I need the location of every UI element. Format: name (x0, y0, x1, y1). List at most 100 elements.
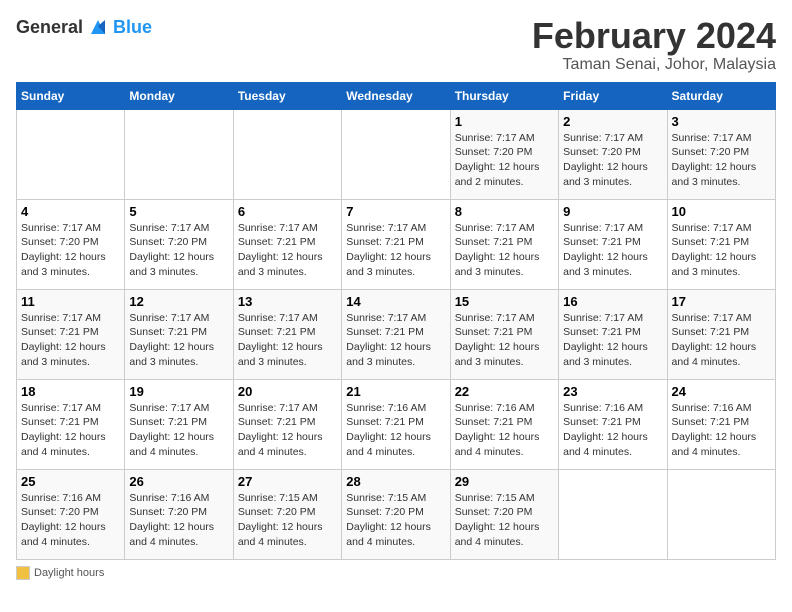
day-number: 4 (21, 204, 120, 219)
calendar-cell: 26 Sunrise: 7:16 AMSunset: 7:20 PMDayligh… (125, 469, 233, 559)
day-number: 9 (563, 204, 662, 219)
day-info: Sunrise: 7:17 AMSunset: 7:20 PMDaylight:… (21, 221, 120, 280)
calendar-cell: 11 Sunrise: 7:17 AMSunset: 7:21 PMDayligh… (17, 289, 125, 379)
calendar-cell: 9 Sunrise: 7:17 AMSunset: 7:21 PMDaylight… (559, 199, 667, 289)
calendar-cell: 24 Sunrise: 7:16 AMSunset: 7:21 PMDayligh… (667, 379, 775, 469)
calendar-cell (559, 469, 667, 559)
calendar-cell: 19 Sunrise: 7:17 AMSunset: 7:21 PMDayligh… (125, 379, 233, 469)
calendar-week-row: 4 Sunrise: 7:17 AMSunset: 7:20 PMDaylight… (17, 199, 776, 289)
day-info: Sunrise: 7:17 AMSunset: 7:21 PMDaylight:… (455, 311, 554, 370)
calendar-week-row: 11 Sunrise: 7:17 AMSunset: 7:21 PMDayligh… (17, 289, 776, 379)
calendar-cell: 12Sunrise: 7:17 AMSunset: 7:21 PMDayligh… (125, 289, 233, 379)
day-number: 21 (346, 384, 445, 399)
calendar-cell: 25Sunrise: 7:16 AMSunset: 7:20 PMDayligh… (17, 469, 125, 559)
calendar-cell (233, 109, 341, 199)
day-number: 2 (563, 114, 662, 129)
calendar-cell: 1Sunrise: 7:17 AMSunset: 7:20 PMDaylight… (450, 109, 558, 199)
weekday-header-row: SundayMondayTuesdayWednesdayThursdayFrid… (17, 82, 776, 109)
day-number: 6 (238, 204, 337, 219)
calendar-table: SundayMondayTuesdayWednesdayThursdayFrid… (16, 82, 776, 560)
day-info: Sunrise: 7:17 AMSunset: 7:20 PMDaylight:… (129, 221, 228, 280)
day-info: Sunrise: 7:16 AMSunset: 7:20 PMDaylight:… (129, 491, 228, 550)
daylight-label: Daylight hours (34, 567, 104, 579)
logo: General Blue (16, 16, 152, 38)
day-number: 5 (129, 204, 228, 219)
calendar-cell: 18Sunrise: 7:17 AMSunset: 7:21 PMDayligh… (17, 379, 125, 469)
day-number: 19 (129, 384, 228, 399)
weekday-header-sunday: Sunday (17, 82, 125, 109)
calendar-cell: 22 Sunrise: 7:16 AMSunset: 7:21 PMDayligh… (450, 379, 558, 469)
day-number: 28 (346, 474, 445, 489)
weekday-header-wednesday: Wednesday (342, 82, 450, 109)
day-info: Sunrise: 7:17 AMSunset: 7:21 PMDaylight:… (129, 401, 228, 460)
day-info: Sunrise: 7:17 AMSunset: 7:21 PMDaylight:… (238, 401, 337, 460)
day-info: Sunrise: 7:15 AMSunset: 7:20 PMDaylight:… (238, 491, 337, 550)
calendar-cell: 29Sunrise: 7:15 AMSunset: 7:20 PMDayligh… (450, 469, 558, 559)
day-info: Sunrise: 7:17 AMSunset: 7:21 PMDaylight:… (563, 221, 662, 280)
day-number: 20 (238, 384, 337, 399)
day-info: Sunrise: 7:16 AMSunset: 7:21 PMDaylight:… (672, 401, 771, 460)
calendar-cell: 21 Sunrise: 7:16 AMSunset: 7:21 PMDayligh… (342, 379, 450, 469)
calendar-cell: 28 Sunrise: 7:15 AMSunset: 7:20 PMDayligh… (342, 469, 450, 559)
location-title: Taman Senai, Johor, Malaysia (532, 56, 776, 74)
weekday-header-saturday: Saturday (667, 82, 775, 109)
day-number: 16 (563, 294, 662, 309)
day-number: 15 (455, 294, 554, 309)
calendar-cell (667, 469, 775, 559)
calendar-cell: 3 Sunrise: 7:17 AMSunset: 7:20 PMDaylight… (667, 109, 775, 199)
calendar-cell (17, 109, 125, 199)
day-info: Sunrise: 7:17 AMSunset: 7:21 PMDaylight:… (21, 401, 120, 460)
day-info: Sunrise: 7:17 AMSunset: 7:21 PMDaylight:… (21, 311, 120, 370)
day-info: Sunrise: 7:17 AMSunset: 7:21 PMDaylight:… (672, 311, 771, 370)
calendar-cell: 15 Sunrise: 7:17 AMSunset: 7:21 PMDayligh… (450, 289, 558, 379)
day-info: Sunrise: 7:17 AMSunset: 7:21 PMDaylight:… (346, 311, 445, 370)
day-info: Sunrise: 7:17 AMSunset: 7:20 PMDaylight:… (672, 131, 771, 190)
day-info: Sunrise: 7:17 AMSunset: 7:20 PMDaylight:… (563, 131, 662, 190)
day-number: 29 (455, 474, 554, 489)
day-info: Sunrise: 7:16 AMSunset: 7:21 PMDaylight:… (346, 401, 445, 460)
title-area: February 2024 Taman Senai, Johor, Malays… (532, 16, 776, 74)
calendar-cell: 13Sunrise: 7:17 AMSunset: 7:21 PMDayligh… (233, 289, 341, 379)
day-info: Sunrise: 7:17 AMSunset: 7:21 PMDaylight:… (672, 221, 771, 280)
day-number: 12 (129, 294, 228, 309)
calendar-week-row: 1Sunrise: 7:17 AMSunset: 7:20 PMDaylight… (17, 109, 776, 199)
day-number: 24 (672, 384, 771, 399)
day-number: 11 (21, 294, 120, 309)
weekday-header-monday: Monday (125, 82, 233, 109)
day-number: 22 (455, 384, 554, 399)
day-info: Sunrise: 7:16 AMSunset: 7:21 PMDaylight:… (563, 401, 662, 460)
day-info: Sunrise: 7:17 AMSunset: 7:21 PMDaylight:… (238, 221, 337, 280)
day-number: 27 (238, 474, 337, 489)
calendar-cell: 14 Sunrise: 7:17 AMSunset: 7:21 PMDayligh… (342, 289, 450, 379)
day-number: 8 (455, 204, 554, 219)
weekday-header-friday: Friday (559, 82, 667, 109)
month-year-title: February 2024 (532, 16, 776, 56)
calendar-cell: 10 Sunrise: 7:17 AMSunset: 7:21 PMDayligh… (667, 199, 775, 289)
day-info: Sunrise: 7:16 AMSunset: 7:21 PMDaylight:… (455, 401, 554, 460)
calendar-cell: 8 Sunrise: 7:17 AMSunset: 7:21 PMDaylight… (450, 199, 558, 289)
day-number: 23 (563, 384, 662, 399)
day-info: Sunrise: 7:16 AMSunset: 7:20 PMDaylight:… (21, 491, 120, 550)
calendar-week-row: 18Sunrise: 7:17 AMSunset: 7:21 PMDayligh… (17, 379, 776, 469)
calendar-cell: 23 Sunrise: 7:16 AMSunset: 7:21 PMDayligh… (559, 379, 667, 469)
calendar-cell: 4 Sunrise: 7:17 AMSunset: 7:20 PMDaylight… (17, 199, 125, 289)
day-number: 3 (672, 114, 771, 129)
calendar-week-row: 25Sunrise: 7:16 AMSunset: 7:20 PMDayligh… (17, 469, 776, 559)
logo-text-blue: Blue (113, 17, 152, 38)
header-area: General Blue February 2024 Taman Senai, … (16, 16, 776, 74)
day-number: 7 (346, 204, 445, 219)
day-info: Sunrise: 7:17 AMSunset: 7:21 PMDaylight:… (455, 221, 554, 280)
calendar-cell: 16 Sunrise: 7:17 AMSunset: 7:21 PMDayligh… (559, 289, 667, 379)
day-number: 26 (129, 474, 228, 489)
day-info: Sunrise: 7:17 AMSunset: 7:21 PMDaylight:… (563, 311, 662, 370)
calendar-cell: 27 Sunrise: 7:15 AMSunset: 7:20 PMDayligh… (233, 469, 341, 559)
day-number: 13 (238, 294, 337, 309)
day-number: 10 (672, 204, 771, 219)
calendar-cell: 17 Sunrise: 7:17 AMSunset: 7:21 PMDayligh… (667, 289, 775, 379)
day-info: Sunrise: 7:15 AMSunset: 7:20 PMDaylight:… (346, 491, 445, 550)
day-info: Sunrise: 7:17 AMSunset: 7:20 PMDaylight:… (455, 131, 554, 190)
day-number: 14 (346, 294, 445, 309)
calendar-cell: 7Sunrise: 7:17 AMSunset: 7:21 PMDaylight… (342, 199, 450, 289)
logo-text-general: General (16, 17, 83, 38)
day-number: 17 (672, 294, 771, 309)
